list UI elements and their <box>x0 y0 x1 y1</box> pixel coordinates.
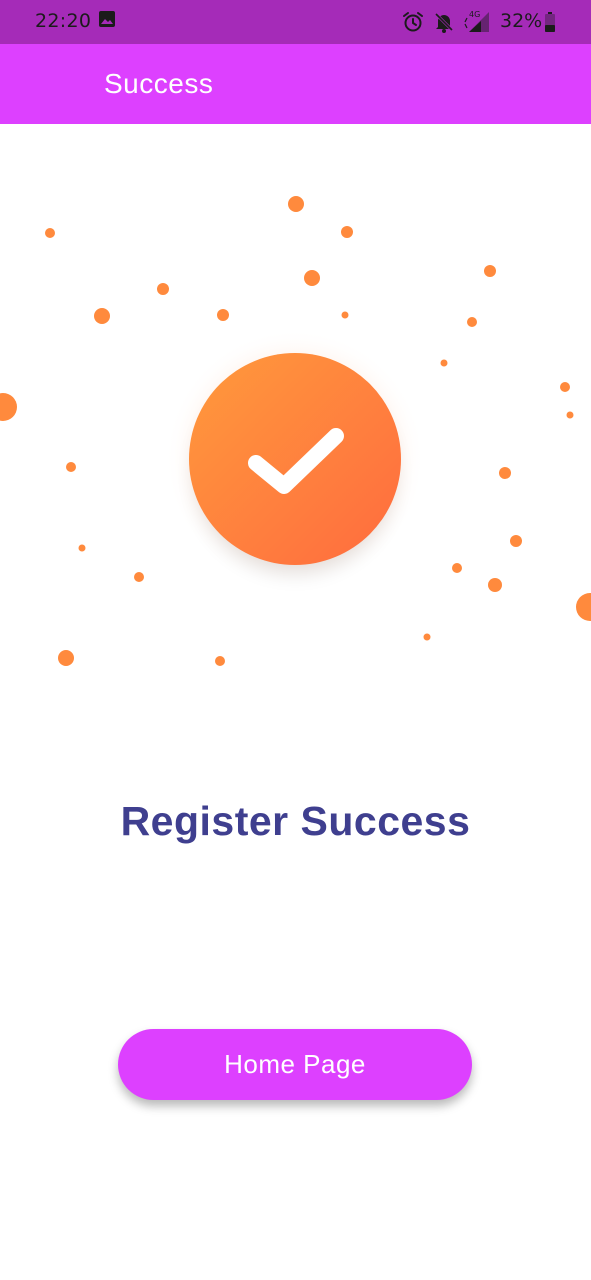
status-bar: 22:20 4G 32% <box>0 0 591 44</box>
check-circle <box>189 353 401 565</box>
bell-off-icon <box>433 11 455 38</box>
success-illustration <box>0 196 591 666</box>
svg-text:4G: 4G <box>469 10 480 19</box>
alarm-icon <box>402 11 424 38</box>
image-icon <box>98 10 116 33</box>
app-bar: Success <box>0 44 591 124</box>
success-screen: 22:20 4G 32% Success Register Success Ho… <box>0 0 591 1280</box>
success-title: Register Success <box>120 798 471 844</box>
battery-percent: 32% <box>500 10 543 32</box>
battery-icon <box>544 12 556 37</box>
signal-icon: 4G <box>463 8 491 39</box>
home-page-button[interactable]: Home Page <box>118 1029 472 1100</box>
status-time: 22:20 <box>35 10 92 32</box>
app-bar-title: Success <box>104 68 214 99</box>
